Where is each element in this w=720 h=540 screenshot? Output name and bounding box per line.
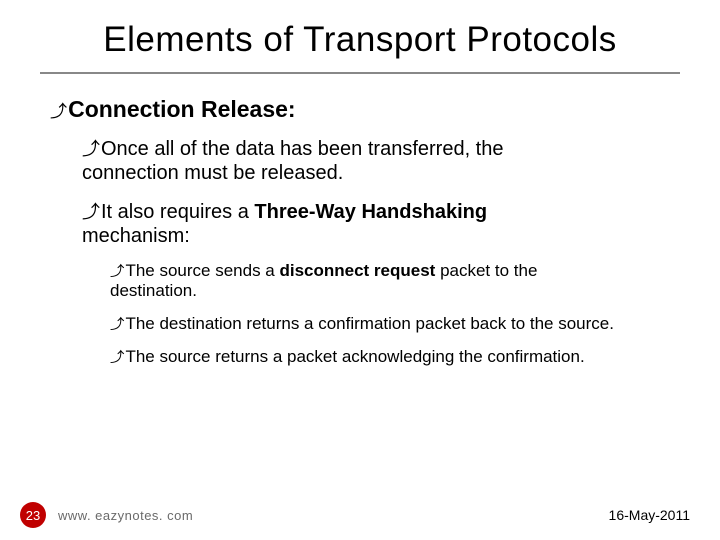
swirl-bullet-icon: ⤴ (82, 139, 100, 161)
bullet-level3: ⤴The destination returns a confirmation … (110, 314, 685, 335)
point-text-bold: Three-Way Handshaking (254, 201, 487, 223)
swirl-bullet-icon: ⤴ (110, 317, 124, 335)
slide-body: ⤴Connection Release: ⤴Once all of the da… (50, 95, 685, 376)
point-text: The source sends a (125, 261, 279, 280)
point-text: packet to the (435, 261, 537, 280)
point-text: Once all of the data has been transferre… (101, 138, 503, 160)
slide-title: Elements of Transport Protocols (0, 20, 720, 60)
point-text: The destination returns a confirmation p… (125, 314, 614, 333)
swirl-bullet-icon: ⤴ (110, 350, 124, 368)
bullet-level3: ⤴The source returns a packet acknowledgi… (110, 347, 685, 368)
point-text: mechanism: (82, 225, 190, 247)
slide-footer: 23 www. eazynotes. com 16-May-2011 (0, 502, 720, 528)
title-underline (40, 72, 680, 74)
bullet-level2: ⤴It also requires a Three-Way Handshakin… (82, 200, 685, 249)
slide: Elements of Transport Protocols ⤴Connect… (0, 0, 720, 540)
footer-site: www. eazynotes. com (58, 508, 193, 523)
footer-date: 16-May-2011 (609, 507, 690, 523)
bullet-level3: ⤴The source sends a disconnect request p… (110, 261, 685, 302)
point-text: connection must be released. (82, 162, 343, 184)
bullet-level2: ⤴Once all of the data has been transferr… (82, 137, 685, 186)
section-heading: Connection Release: (68, 96, 296, 122)
point-text: It also requires a (101, 201, 254, 223)
point-text: destination. (110, 281, 197, 300)
point-text-bold: disconnect request (279, 261, 435, 280)
swirl-bullet-icon: ⤴ (82, 202, 100, 224)
slide-number-badge: 23 (20, 502, 46, 528)
swirl-bullet-icon: ⤴ (50, 102, 67, 123)
bullet-level1: ⤴Connection Release: (50, 95, 685, 123)
point-text: The source returns a packet acknowledgin… (125, 347, 584, 366)
swirl-bullet-icon: ⤴ (110, 264, 124, 282)
